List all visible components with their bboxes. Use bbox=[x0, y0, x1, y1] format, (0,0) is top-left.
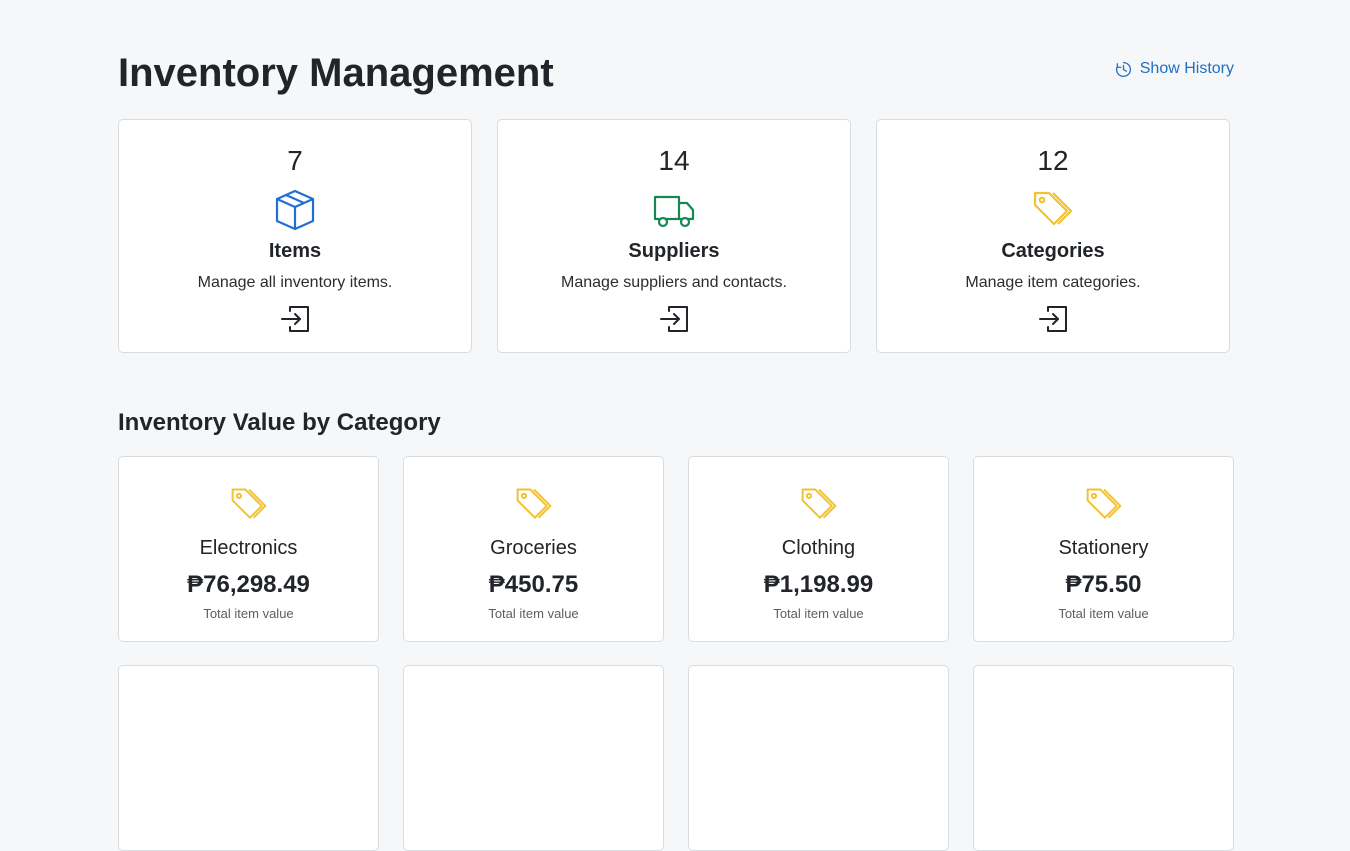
suppliers-card[interactable]: 14 Suppliers Manage suppliers and contac… bbox=[497, 119, 851, 353]
suppliers-count: 14 bbox=[658, 145, 690, 176]
category-name: Stationery bbox=[1058, 537, 1149, 559]
category-subtitle: Total item value bbox=[773, 606, 864, 621]
enter-arrow-icon[interactable] bbox=[658, 304, 690, 334]
category-card[interactable] bbox=[403, 665, 664, 851]
category-name: Groceries bbox=[490, 537, 577, 559]
items-title: Items bbox=[268, 240, 322, 262]
categories-title: Categories bbox=[1001, 240, 1105, 262]
categories-count: 12 bbox=[1037, 145, 1069, 176]
show-history-label: Show History bbox=[1139, 60, 1234, 77]
page-header: Inventory Management Show History bbox=[118, 0, 1234, 119]
category-card[interactable] bbox=[688, 665, 949, 851]
category-subtitle: Total item value bbox=[488, 606, 579, 621]
category-value-cards-next-row bbox=[118, 665, 1234, 851]
section-title: Inventory Value by Category bbox=[118, 409, 441, 436]
enter-arrow-icon[interactable] bbox=[1037, 304, 1069, 334]
tags-icon bbox=[1083, 485, 1125, 525]
category-card-stationery[interactable]: Stationery ₱75.50 Total item value bbox=[973, 456, 1234, 642]
category-card[interactable] bbox=[118, 665, 379, 851]
category-name: Clothing bbox=[781, 537, 856, 559]
category-subtitle: Total item value bbox=[203, 606, 294, 621]
category-card-electronics[interactable]: Electronics ₱76,298.49 Total item value bbox=[118, 456, 379, 642]
page-title: Inventory Management bbox=[118, 51, 554, 95]
category-card-clothing[interactable]: Clothing ₱1,198.99 Total item value bbox=[688, 456, 949, 642]
tags-icon bbox=[798, 485, 840, 525]
show-history-link[interactable]: Show History bbox=[1115, 60, 1234, 78]
suppliers-title: Suppliers bbox=[628, 240, 720, 262]
category-card[interactable] bbox=[973, 665, 1234, 851]
enter-arrow-icon[interactable] bbox=[279, 304, 311, 334]
categories-card[interactable]: 12 Categories Manage item categories. bbox=[876, 119, 1230, 353]
items-card[interactable]: 7 Items Manage all inventory items. bbox=[118, 119, 472, 353]
suppliers-description: Manage suppliers and contacts. bbox=[561, 274, 787, 291]
items-count: 7 bbox=[287, 145, 303, 176]
category-value: ₱1,198.99 bbox=[763, 571, 874, 598]
category-value: ₱76,298.49 bbox=[187, 571, 310, 598]
category-subtitle: Total item value bbox=[1058, 606, 1149, 621]
main-container: Inventory Management Show History 7 Item… bbox=[118, 0, 1234, 851]
tags-icon bbox=[228, 485, 270, 525]
categories-description: Manage item categories. bbox=[965, 274, 1141, 291]
truck-icon bbox=[652, 188, 696, 232]
items-description: Manage all inventory items. bbox=[197, 274, 393, 291]
clock-history-icon bbox=[1115, 61, 1132, 78]
category-value: ₱450.75 bbox=[488, 571, 579, 598]
category-value: ₱75.50 bbox=[1065, 571, 1142, 598]
tags-icon bbox=[1031, 188, 1075, 232]
tags-icon bbox=[513, 485, 555, 525]
summary-cards: 7 Items Manage all inventory items. 14 S… bbox=[118, 119, 1234, 353]
category-value-cards: Electronics ₱76,298.49 Total item value … bbox=[118, 456, 1234, 642]
category-card-groceries[interactable]: Groceries ₱450.75 Total item value bbox=[403, 456, 664, 642]
category-name: Electronics bbox=[199, 537, 298, 559]
box-icon bbox=[273, 188, 317, 232]
